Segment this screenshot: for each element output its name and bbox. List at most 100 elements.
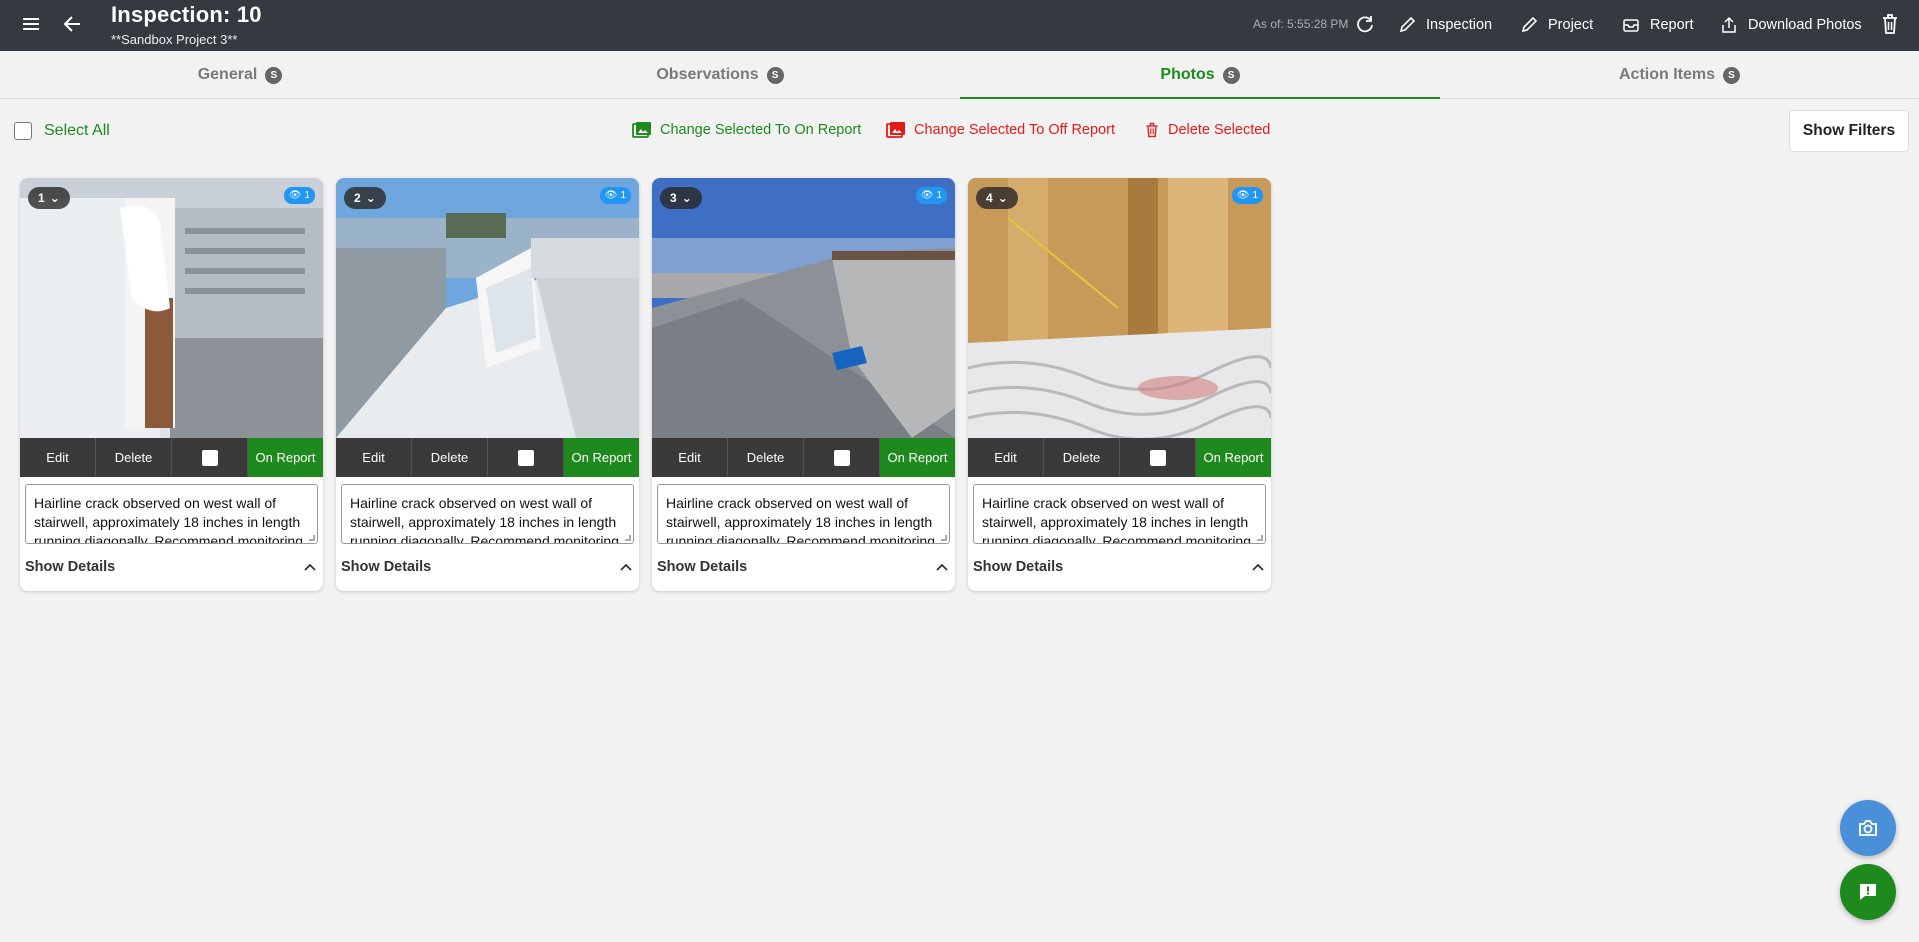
photo-thumbnail[interactable]: 3 ⌄ 👁 1 bbox=[652, 178, 955, 438]
photo-thumbnail[interactable]: 1 ⌄ 👁 1 bbox=[20, 178, 323, 438]
photo-number-menu[interactable]: 1 ⌄ bbox=[28, 187, 70, 209]
image-off-icon bbox=[886, 122, 905, 138]
resize-handle[interactable] bbox=[625, 535, 631, 541]
tab-action-items[interactable]: Action Items S bbox=[1440, 51, 1919, 99]
delete-photo-button[interactable]: Delete bbox=[1044, 438, 1120, 477]
top-app-bar: Inspection: 10 **Sandbox Project 3** As … bbox=[0, 0, 1919, 51]
project-name: **Sandbox Project 3** bbox=[111, 32, 238, 47]
photo-description-text: Hairline crack observed on west wall of … bbox=[34, 495, 304, 544]
show-details-toggle[interactable]: Show Details bbox=[973, 554, 1266, 580]
photo-number: 4 bbox=[986, 191, 993, 205]
image-icon bbox=[632, 122, 651, 138]
checkbox-box bbox=[1149, 449, 1166, 466]
view-count: 1 bbox=[936, 190, 942, 201]
tab-action-items-badge: S bbox=[1723, 66, 1740, 84]
photo-card: 1 ⌄ 👁 1 Edit Delete On Report Hairline c… bbox=[20, 178, 323, 591]
report-status-toggle[interactable]: On Report bbox=[248, 438, 323, 477]
resize-handle[interactable] bbox=[941, 535, 947, 541]
refresh-icon[interactable] bbox=[1355, 14, 1375, 34]
pencil-icon bbox=[1399, 16, 1416, 33]
photo-image bbox=[336, 178, 639, 438]
photo-number: 2 bbox=[354, 191, 361, 205]
tab-photos[interactable]: Photos S bbox=[960, 51, 1440, 99]
edit-photo-button[interactable]: Edit bbox=[336, 438, 412, 477]
checkbox-box bbox=[833, 449, 850, 466]
photo-description-textarea[interactable]: Hairline crack observed on west wall of … bbox=[25, 484, 318, 544]
eye-icon: 👁 bbox=[920, 190, 934, 201]
report-button[interactable]: Report bbox=[1622, 14, 1694, 36]
select-all[interactable]: Select All bbox=[14, 122, 110, 140]
delete-photo-button[interactable]: Delete bbox=[96, 438, 172, 477]
change-to-off-report-button[interactable]: Change Selected To Off Report bbox=[886, 121, 1115, 139]
photo-thumbnail[interactable]: 4 ⌄ 👁 1 bbox=[968, 178, 1271, 438]
photo-description-textarea[interactable]: Hairline crack observed on west wall of … bbox=[973, 484, 1266, 544]
photo-number-menu[interactable]: 3 ⌄ bbox=[660, 187, 702, 209]
menu-icon[interactable] bbox=[21, 14, 41, 34]
select-photo-checkbox[interactable] bbox=[1120, 438, 1196, 477]
view-count: 1 bbox=[1252, 190, 1258, 201]
pencil-icon bbox=[1521, 16, 1538, 33]
add-photo-button[interactable] bbox=[1840, 800, 1896, 856]
chevron-up-icon bbox=[1252, 563, 1264, 571]
report-icon bbox=[1623, 19, 1639, 32]
edit-photo-button[interactable]: Edit bbox=[652, 438, 728, 477]
feedback-button[interactable] bbox=[1840, 864, 1896, 920]
show-details-toggle[interactable]: Show Details bbox=[341, 554, 634, 580]
photo-description-text: Hairline crack observed on west wall of … bbox=[350, 495, 620, 544]
show-details-label: Show Details bbox=[973, 559, 1064, 575]
select-photo-checkbox[interactable] bbox=[172, 438, 248, 477]
view-count-badge: 👁 1 bbox=[283, 187, 315, 204]
change-to-on-report-button[interactable]: Change Selected To On Report bbox=[632, 121, 861, 139]
download-photos-button[interactable]: Download Photos bbox=[1720, 14, 1862, 36]
resize-handle[interactable] bbox=[309, 535, 315, 541]
tab-general[interactable]: General S bbox=[0, 51, 480, 99]
report-status-toggle[interactable]: On Report bbox=[564, 438, 639, 477]
show-details-toggle[interactable]: Show Details bbox=[25, 554, 318, 580]
chevron-down-icon: ⌄ bbox=[681, 191, 692, 205]
photo-description-text: Hairline crack observed on west wall of … bbox=[982, 495, 1252, 544]
edit-inspection-button[interactable]: Inspection bbox=[1398, 14, 1492, 36]
delete-photo-button[interactable]: Delete bbox=[412, 438, 488, 477]
photo-action-bar: Edit Delete On Report bbox=[336, 438, 639, 477]
photo-card: 3 ⌄ 👁 1 Edit Delete On Report Hairline c… bbox=[652, 178, 955, 591]
edit-photo-button[interactable]: Edit bbox=[20, 438, 96, 477]
show-filters-button[interactable]: Show Filters bbox=[1789, 110, 1909, 152]
photo-description-text: Hairline crack observed on west wall of … bbox=[666, 495, 936, 544]
delete-selected-button[interactable]: Delete Selected bbox=[1144, 121, 1270, 139]
edit-project-button[interactable]: Project bbox=[1520, 14, 1593, 36]
photo-number-menu[interactable]: 4 ⌄ bbox=[976, 187, 1018, 209]
resize-handle[interactable] bbox=[1257, 535, 1263, 541]
photo-thumbnail[interactable]: 2 ⌄ 👁 1 bbox=[336, 178, 639, 438]
tab-observations-label: Observations bbox=[656, 66, 759, 83]
tab-bar: General S Observations S Photos S Action… bbox=[0, 51, 1919, 99]
tab-photos-label: Photos bbox=[1160, 66, 1215, 83]
tab-general-label: General bbox=[197, 66, 258, 83]
back-arrow-icon[interactable] bbox=[61, 13, 83, 35]
show-details-toggle[interactable]: Show Details bbox=[657, 554, 950, 580]
photo-number-menu[interactable]: 2 ⌄ bbox=[344, 187, 386, 209]
edit-photo-button[interactable]: Edit bbox=[968, 438, 1044, 477]
report-status-toggle[interactable]: On Report bbox=[880, 438, 955, 477]
delete-inspection-icon[interactable] bbox=[1880, 13, 1900, 35]
tab-action-items-label: Action Items bbox=[1618, 66, 1715, 83]
report-label: Report bbox=[1650, 17, 1694, 33]
select-photo-checkbox[interactable] bbox=[804, 438, 880, 477]
eye-icon: 👁 bbox=[1236, 190, 1250, 201]
photo-card: 4 ⌄ 👁 1 Edit Delete On Report Hairline c… bbox=[968, 178, 1271, 591]
delete-photo-button[interactable]: Delete bbox=[728, 438, 804, 477]
select-all-checkbox[interactable] bbox=[14, 122, 32, 140]
photo-description-textarea[interactable]: Hairline crack observed on west wall of … bbox=[341, 484, 634, 544]
checkbox-box bbox=[201, 449, 218, 466]
show-details-label: Show Details bbox=[341, 559, 432, 575]
view-count-badge: 👁 1 bbox=[599, 187, 631, 204]
show-details-label: Show Details bbox=[25, 559, 116, 575]
photo-description-textarea[interactable]: Hairline crack observed on west wall of … bbox=[657, 484, 950, 544]
tab-general-badge: S bbox=[265, 66, 283, 84]
photo-card: 2 ⌄ 👁 1 Edit Delete On Report Hairline c… bbox=[336, 178, 639, 591]
chevron-down-icon: ⌄ bbox=[49, 191, 60, 205]
report-status-toggle[interactable]: On Report bbox=[1196, 438, 1271, 477]
photo-action-bar: Edit Delete On Report bbox=[652, 438, 955, 477]
tab-observations[interactable]: Observations S bbox=[480, 51, 960, 99]
edit-project-label: Project bbox=[1548, 17, 1594, 33]
select-photo-checkbox[interactable] bbox=[488, 438, 564, 477]
